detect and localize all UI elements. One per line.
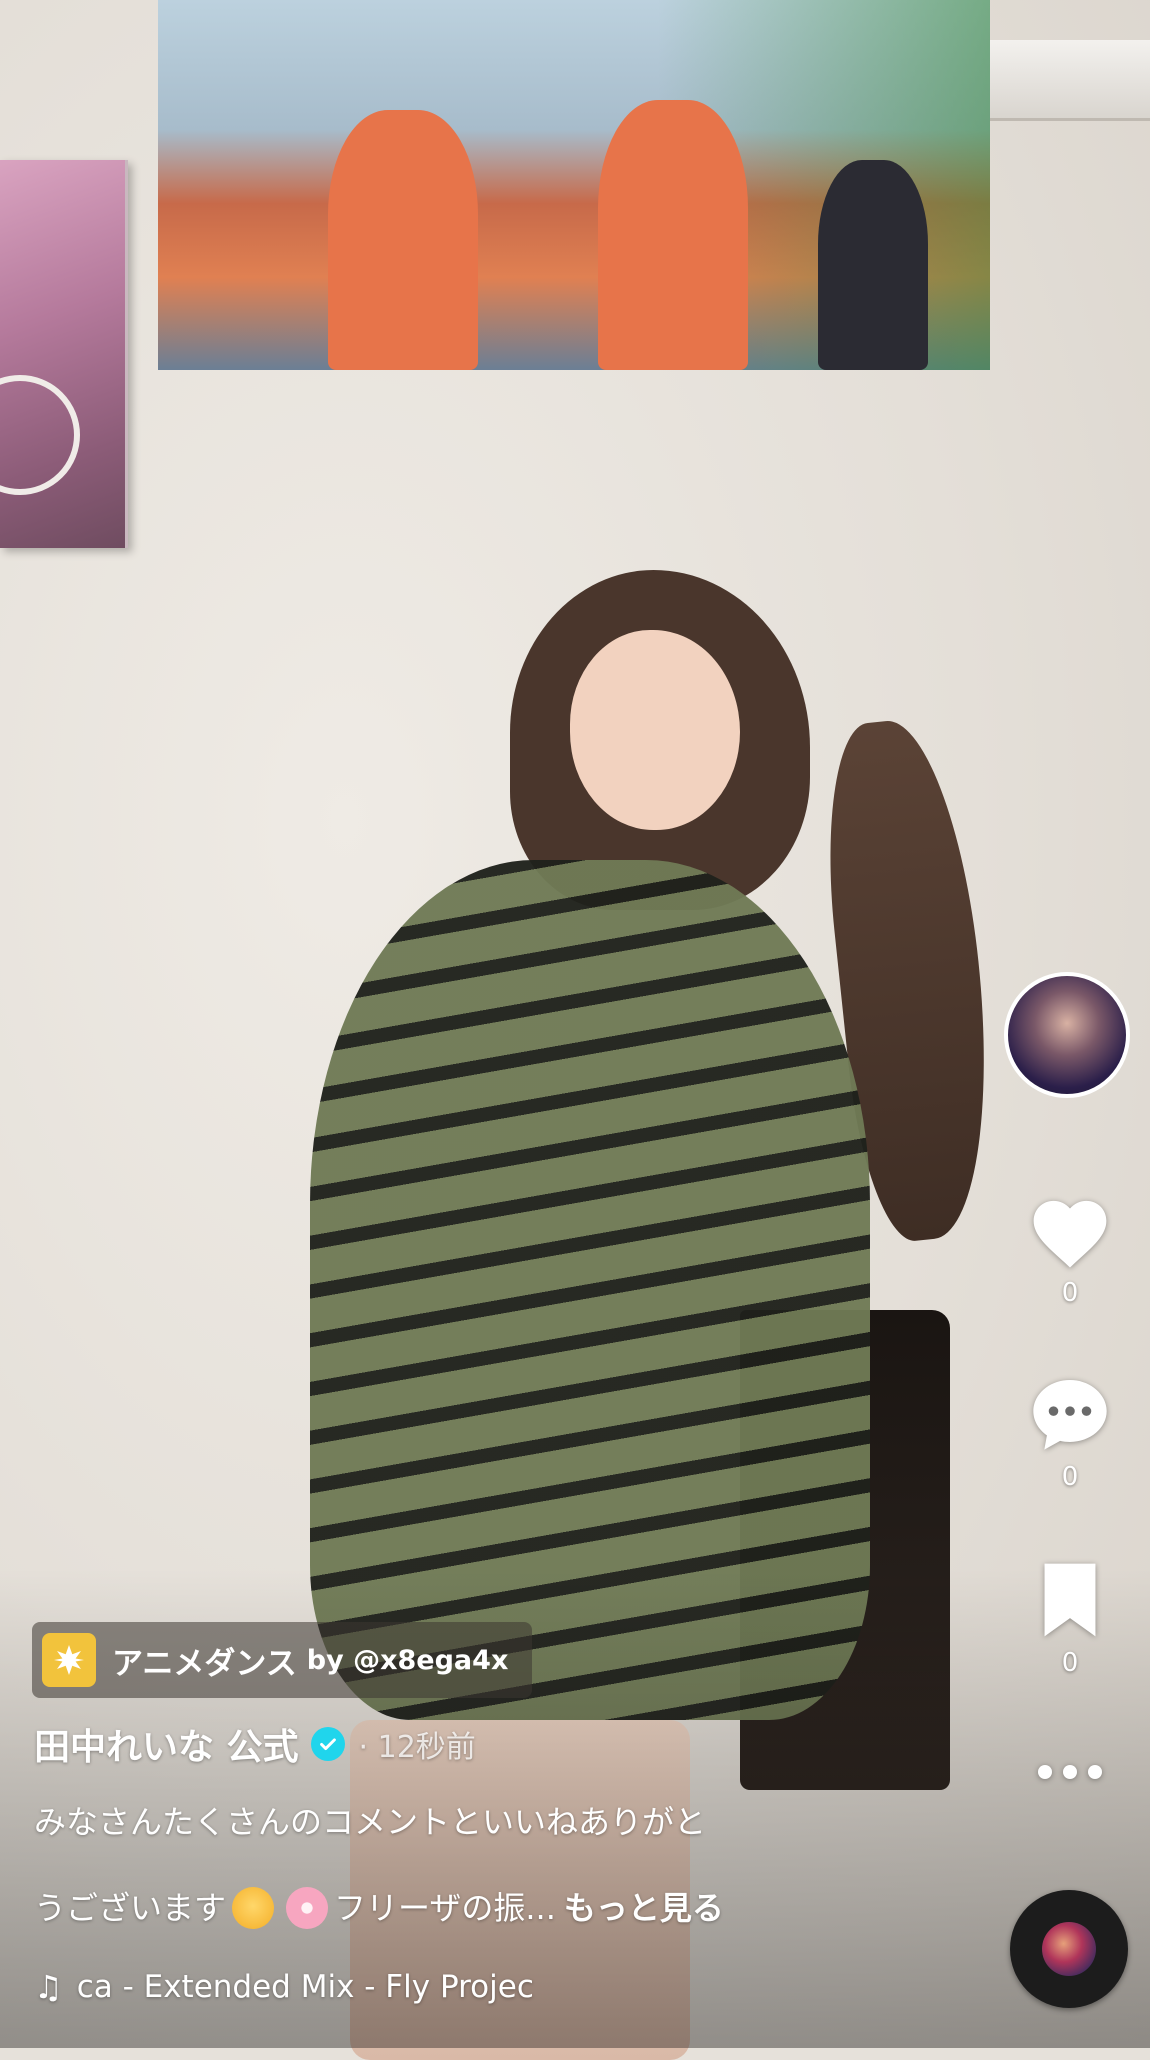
like-button[interactable]: 0 bbox=[1015, 1190, 1125, 1308]
air-conditioner-image bbox=[990, 40, 1150, 121]
relieved-face-icon bbox=[232, 1887, 275, 1929]
creator-avatar[interactable] bbox=[1004, 972, 1130, 1098]
bookmark-icon bbox=[1044, 1563, 1096, 1637]
effect-name: アニメダンス bbox=[112, 1645, 297, 1682]
music-note-icon: ♫ bbox=[34, 1968, 63, 2006]
caption-line: うございます フリーザの振... もっと見る bbox=[34, 1886, 894, 1930]
comment-button[interactable]: 0 bbox=[1015, 1372, 1125, 1492]
wall-poster-image bbox=[0, 160, 128, 548]
poster-figure bbox=[328, 110, 478, 370]
save-count: 0 bbox=[1061, 1648, 1079, 1678]
music-info[interactable]: ♫ ca - Extended Mix - Fly Projec bbox=[34, 1962, 594, 2012]
more-button[interactable] bbox=[1015, 1762, 1125, 1782]
more-icon bbox=[1038, 1765, 1102, 1779]
dancer-face bbox=[570, 630, 740, 830]
see-more-link[interactable]: もっと見る bbox=[564, 1886, 724, 1930]
like-count: 0 bbox=[1061, 1278, 1079, 1308]
caption-text: うございます bbox=[34, 1889, 227, 1927]
effect-author: by @x8ega4x bbox=[306, 1644, 509, 1676]
music-disc-button[interactable] bbox=[1010, 1890, 1128, 2008]
author-row: 田中れいな 公式 · 12秒前 bbox=[34, 1716, 476, 1772]
caption-line: みなさんたくさんのコメントといいねありがと bbox=[34, 1803, 707, 1841]
save-button[interactable]: 0 bbox=[1015, 1560, 1125, 1678]
cherry-blossom-icon bbox=[286, 1887, 329, 1929]
caption-text: フリーザの振... bbox=[334, 1889, 556, 1927]
comment-count: 0 bbox=[1061, 1462, 1079, 1492]
music-title: ca - Extended Mix - Fly Projec bbox=[76, 1969, 534, 2005]
comment-icon bbox=[1033, 1380, 1107, 1450]
wheel-graphic bbox=[0, 375, 80, 495]
heart-icon bbox=[1033, 1200, 1107, 1268]
author-name[interactable]: 田中れいな 公式 bbox=[34, 1718, 299, 1770]
post-timestamp: · 12秒前 bbox=[358, 1730, 476, 1765]
music-cover-image bbox=[1042, 1922, 1096, 1976]
poster-figure bbox=[598, 100, 748, 370]
sparkle-icon bbox=[42, 1633, 96, 1687]
effect-chip[interactable]: アニメダンス by @x8ega4x bbox=[32, 1622, 533, 1698]
verified-icon bbox=[310, 1727, 345, 1761]
anime-poster-image bbox=[158, 0, 990, 370]
poster-figure bbox=[818, 160, 928, 370]
